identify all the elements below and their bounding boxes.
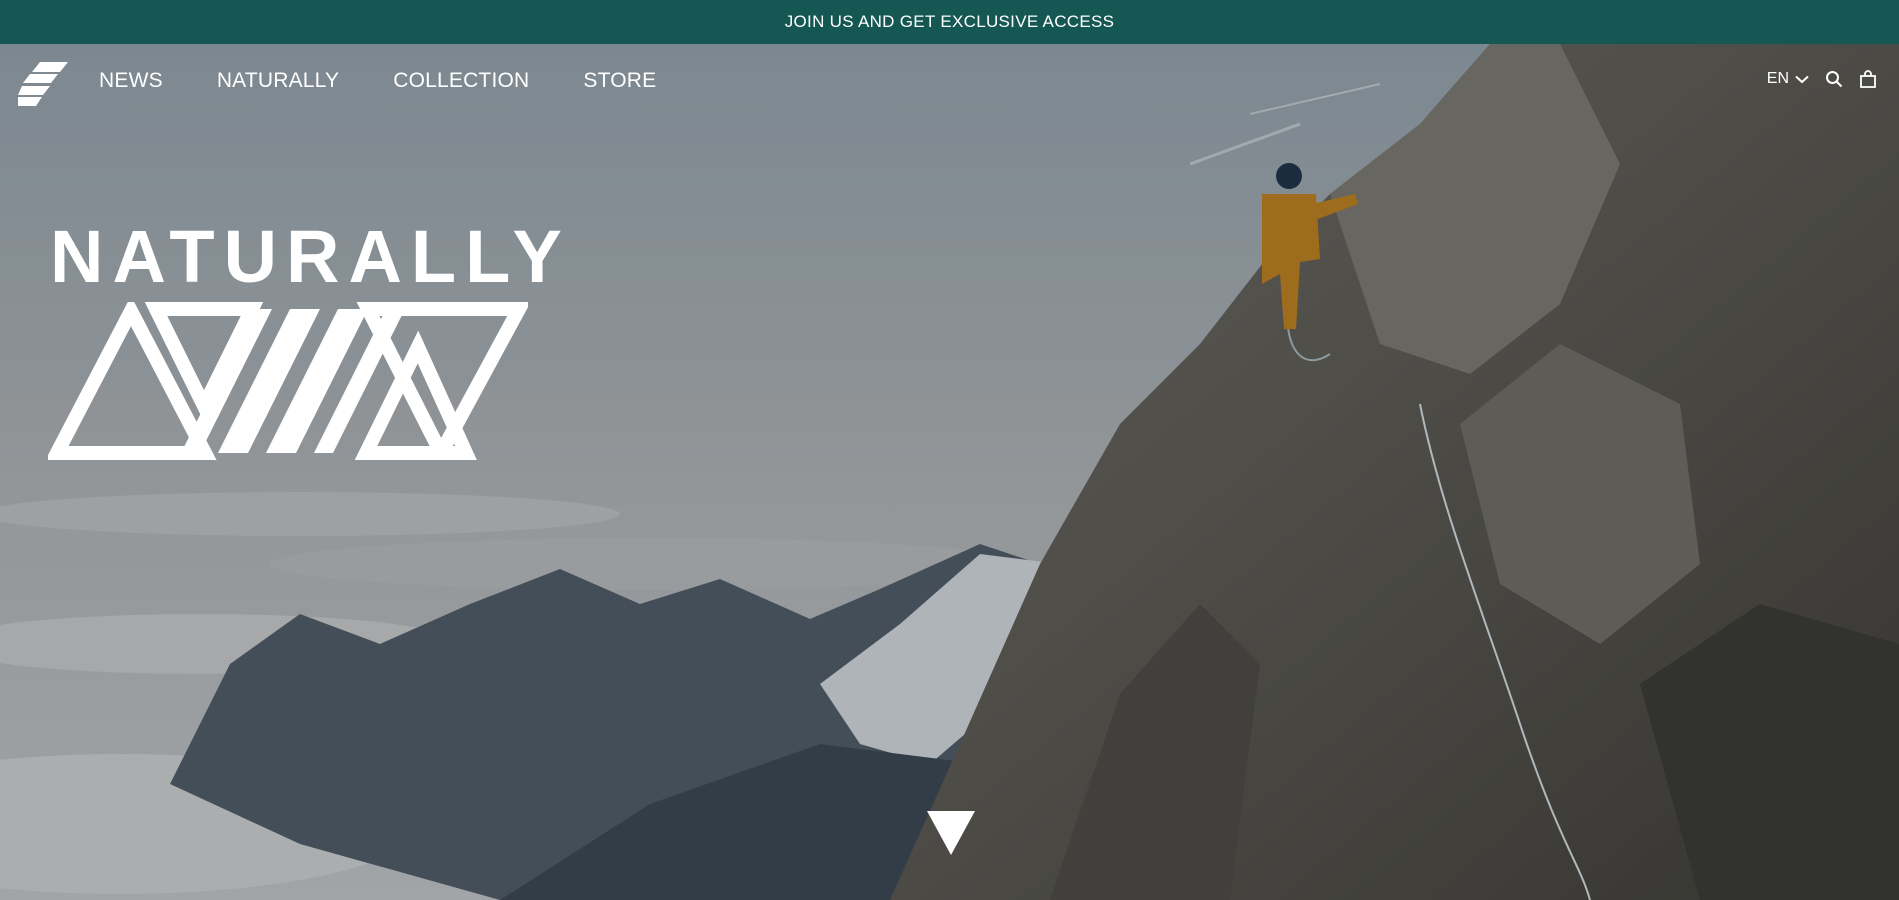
- brand-stripes-logo-icon[interactable]: [18, 62, 68, 106]
- primary-nav: NEWS NATURALLY COLLECTION STORE: [99, 69, 656, 93]
- nav-utilities: EN: [1767, 70, 1877, 88]
- hero-image: [0, 44, 1899, 900]
- nav-naturally[interactable]: NATURALLY: [217, 69, 339, 93]
- main-navigation: NEWS NATURALLY COLLECTION STORE EN: [0, 44, 1899, 122]
- scroll-down-triangle-icon[interactable]: [927, 811, 975, 855]
- language-label: EN: [1766, 70, 1789, 87]
- search-icon: [1826, 71, 1843, 88]
- nav-store[interactable]: STORE: [583, 69, 656, 93]
- cart-button[interactable]: [1859, 70, 1877, 88]
- triangle-pattern-logo-icon: [48, 302, 528, 460]
- shopping-bag-icon: [1860, 70, 1876, 88]
- announcement-bar[interactable]: JOIN US AND GET EXCLUSIVE ACCESS: [0, 0, 1899, 44]
- nav-news[interactable]: NEWS: [99, 69, 163, 93]
- hero-scene: [0, 44, 1899, 900]
- chevron-down-icon: [1795, 75, 1809, 83]
- search-button[interactable]: [1825, 70, 1843, 88]
- language-selector[interactable]: EN: [1767, 70, 1809, 88]
- nav-collection[interactable]: COLLECTION: [393, 69, 529, 93]
- hero-headline: NATURALLY: [50, 215, 571, 298]
